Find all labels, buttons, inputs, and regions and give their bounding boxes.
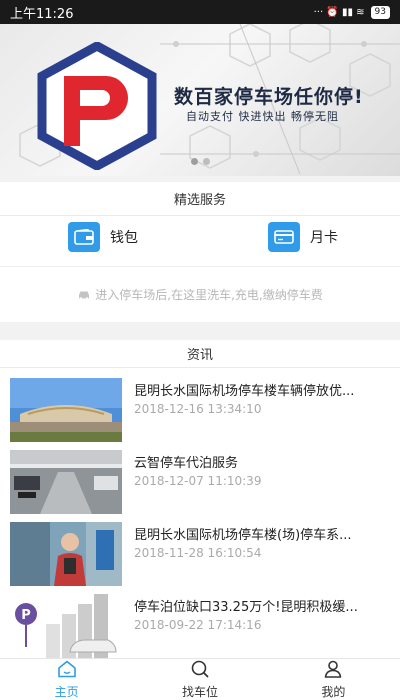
news-item[interactable]: 昆明长水国际机场停车楼车辆停放优... 2018-12-16 13:34:10 <box>0 372 400 444</box>
tab-find-parking-label: 找车位 <box>181 684 218 699</box>
services-hint: 进入停车场后,在这里洗车,充电,缴纳停车费 <box>0 286 400 303</box>
tab-find-parking[interactable]: 找车位 <box>133 659 266 700</box>
status-time: 上午11:26 <box>10 6 74 22</box>
news-item[interactable]: 昆明长水国际机场停车楼(场)停车系... 2018-11-28 16:10:54 <box>0 516 400 588</box>
tab-home-label: 主页 <box>54 684 79 699</box>
promo-banner[interactable]: 数百家停车场任你停! 自动支付 快进快出 畅停无阻 <box>0 24 400 176</box>
news-date: 2018-12-16 13:34:10 <box>134 402 262 416</box>
bottom-tab-bar: 主页 找车位 我的 <box>0 658 400 700</box>
wallet-icon <box>68 222 100 252</box>
news-title: 昆明长水国际机场停车楼(场)停车系... <box>134 528 352 543</box>
news-thumbnail: P <box>10 594 122 658</box>
battery-icon: 93 <box>370 5 390 19</box>
user-icon <box>323 660 343 681</box>
tab-home[interactable]: 主页 <box>0 659 133 700</box>
news-item[interactable]: 云智停车代泊服务 2018-12-07 11:10:39 <box>0 444 400 516</box>
card-icon <box>268 222 300 252</box>
svg-text:P: P <box>21 608 31 623</box>
news-thumbnail <box>10 378 122 442</box>
divider <box>0 266 400 267</box>
featured-services: 精选服务 钱包 月卡 进入停车场后,在这里洗车,充电,缴纳停车费 <box>0 182 400 322</box>
news-heading: 资讯 <box>0 340 400 368</box>
banner-title: 数百家停车场任你停! <box>174 86 364 108</box>
carousel-dots <box>0 158 400 165</box>
wallet-button[interactable]: 钱包 <box>68 222 138 252</box>
services-heading: 精选服务 <box>0 182 400 216</box>
wallet-label: 钱包 <box>110 230 138 246</box>
home-icon <box>57 660 77 681</box>
car-icon <box>77 289 91 303</box>
news-title: 停车泊位缺口33.25万个!昆明积极缓... <box>134 600 358 615</box>
tab-profile-label: 我的 <box>321 684 346 699</box>
news-date: 2018-09-22 17:14:16 <box>134 618 262 632</box>
news-title: 昆明长水国际机场停车楼车辆停放优... <box>134 384 355 399</box>
news-date: 2018-11-28 16:10:54 <box>134 546 262 560</box>
tab-profile[interactable]: 我的 <box>267 659 400 700</box>
monthly-card-label: 月卡 <box>310 230 338 246</box>
carousel-dot[interactable] <box>202 158 210 165</box>
news-section: 资讯 昆明长水国际机场停车楼车辆停放优... 2018-12-16 13:34:… <box>0 340 400 658</box>
news-date: 2018-12-07 11:10:39 <box>134 474 262 488</box>
carousel-dot[interactable] <box>190 158 198 165</box>
status-bar: 上午11:26 ··· ⏰ ▮▮ ≋ 93 <box>0 0 400 24</box>
news-thumbnail <box>10 450 122 514</box>
news-item[interactable]: P 停车泊位缺口33.25万个!昆明积极缓... 2018-09-22 17:1… <box>0 588 400 658</box>
news-thumbnail <box>10 522 122 586</box>
search-icon <box>190 660 210 681</box>
signal-indicators: ··· ⏰ ▮▮ ≋ <box>313 6 365 18</box>
parking-logo-icon <box>37 42 157 170</box>
news-title: 云智停车代泊服务 <box>134 456 239 471</box>
hint-text: 进入停车场后,在这里洗车,充电,缴纳停车费 <box>95 288 323 302</box>
status-indicators: ··· ⏰ ▮▮ ≋ 93 <box>313 5 390 19</box>
banner-subtitle: 自动支付 快进快出 畅停无阻 <box>186 110 339 123</box>
monthly-card-button[interactable]: 月卡 <box>268 222 338 252</box>
